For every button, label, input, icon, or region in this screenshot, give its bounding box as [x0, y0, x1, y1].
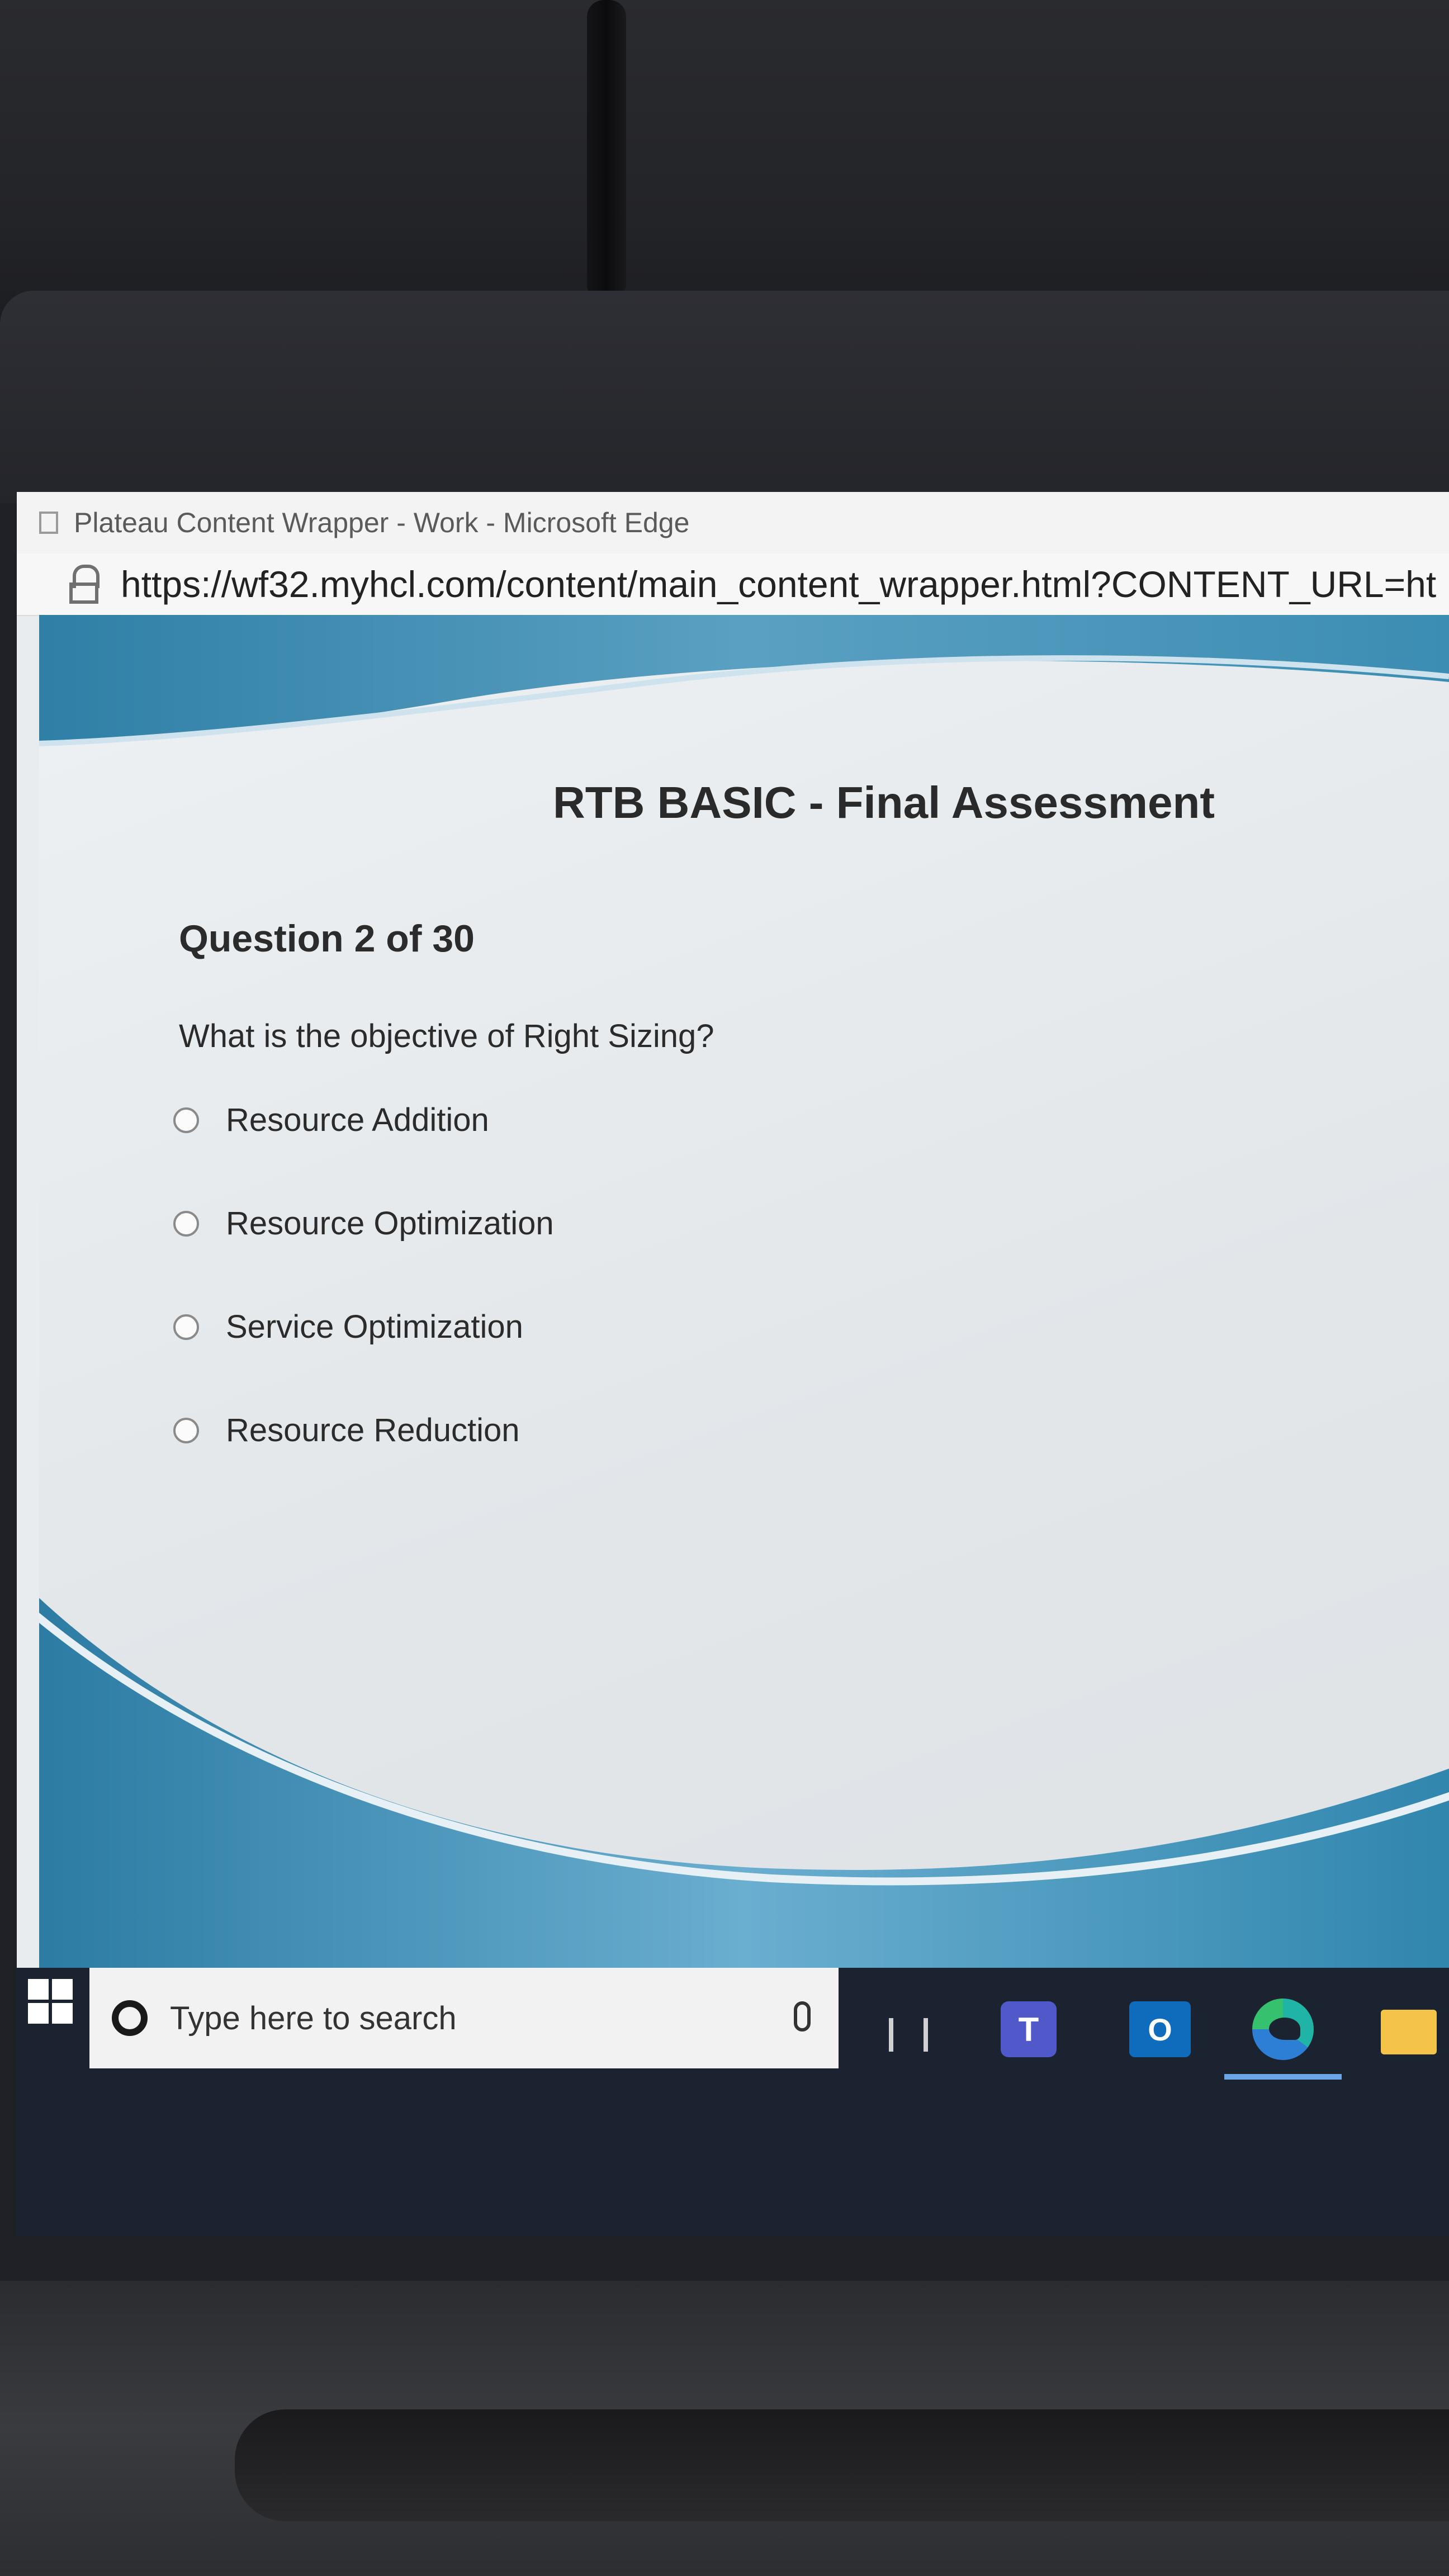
answer-option-label[interactable]: Service Optimization: [226, 1308, 523, 1346]
answer-option-label[interactable]: Resource Addition: [226, 1101, 489, 1139]
answer-option-3[interactable]: Service Optimization: [173, 1308, 523, 1346]
search-placeholder[interactable]: Type here to search: [170, 2000, 457, 2037]
task-view-icon[interactable]: [889, 2018, 928, 2052]
answer-option-label[interactable]: Resource Optimization: [226, 1205, 554, 1242]
radio-button[interactable]: [173, 1314, 199, 1340]
cortana-icon[interactable]: [112, 2000, 148, 2036]
microphone-icon[interactable]: [794, 2001, 811, 2032]
answer-option-2[interactable]: Resource Optimization: [173, 1205, 554, 1242]
assessment-page: RTB BASIC - Final Assessment Question 2 …: [39, 615, 1449, 1968]
footer-wave: [39, 1598, 1449, 1968]
taskbar-search-box[interactable]: Type here to search: [89, 1968, 839, 2068]
url-text[interactable]: https://wf32.myhcl.com/content/main_cont…: [121, 563, 1436, 605]
lock-icon[interactable]: [67, 565, 101, 604]
laptop-bezel-top: [0, 291, 1449, 503]
outlook-icon[interactable]: O: [1129, 2001, 1191, 2057]
question-number: Question 2 of 30: [179, 917, 475, 960]
radio-button[interactable]: [173, 1417, 199, 1443]
laptop-hinge: [235, 2409, 1449, 2521]
edge-icon[interactable]: [1252, 1999, 1314, 2060]
answer-option-label[interactable]: Resource Reduction: [226, 1412, 520, 1449]
active-app-indicator: [1224, 2074, 1342, 2080]
answer-option-1[interactable]: Resource Addition: [173, 1101, 489, 1139]
header-wave: [39, 615, 1449, 746]
background-cable: [587, 0, 626, 302]
file-explorer-icon[interactable]: [1381, 2010, 1437, 2054]
radio-button[interactable]: [173, 1210, 199, 1237]
screen: Plateau Content Wrapper - Work - Microso…: [17, 492, 1449, 2236]
window-title: Plateau Content Wrapper - Work - Microso…: [74, 507, 690, 538]
assessment-title: RTB BASIC - Final Assessment: [553, 778, 1215, 827]
background-wall: [0, 0, 1449, 313]
teams-icon[interactable]: T: [1001, 2001, 1057, 2057]
windows-start-icon[interactable]: [28, 1979, 73, 2024]
page-icon: [39, 512, 58, 534]
radio-button[interactable]: [173, 1107, 199, 1133]
answer-option-4[interactable]: Resource Reduction: [173, 1412, 520, 1449]
address-bar[interactable]: https://wf32.myhcl.com/content/main_cont…: [17, 553, 1449, 616]
taskbar: Type here to search T O: [17, 1968, 1449, 2236]
browser-titlebar[interactable]: Plateau Content Wrapper - Work - Microso…: [17, 492, 1449, 553]
question-text: What is the objective of Right Sizing?: [179, 1018, 714, 1054]
